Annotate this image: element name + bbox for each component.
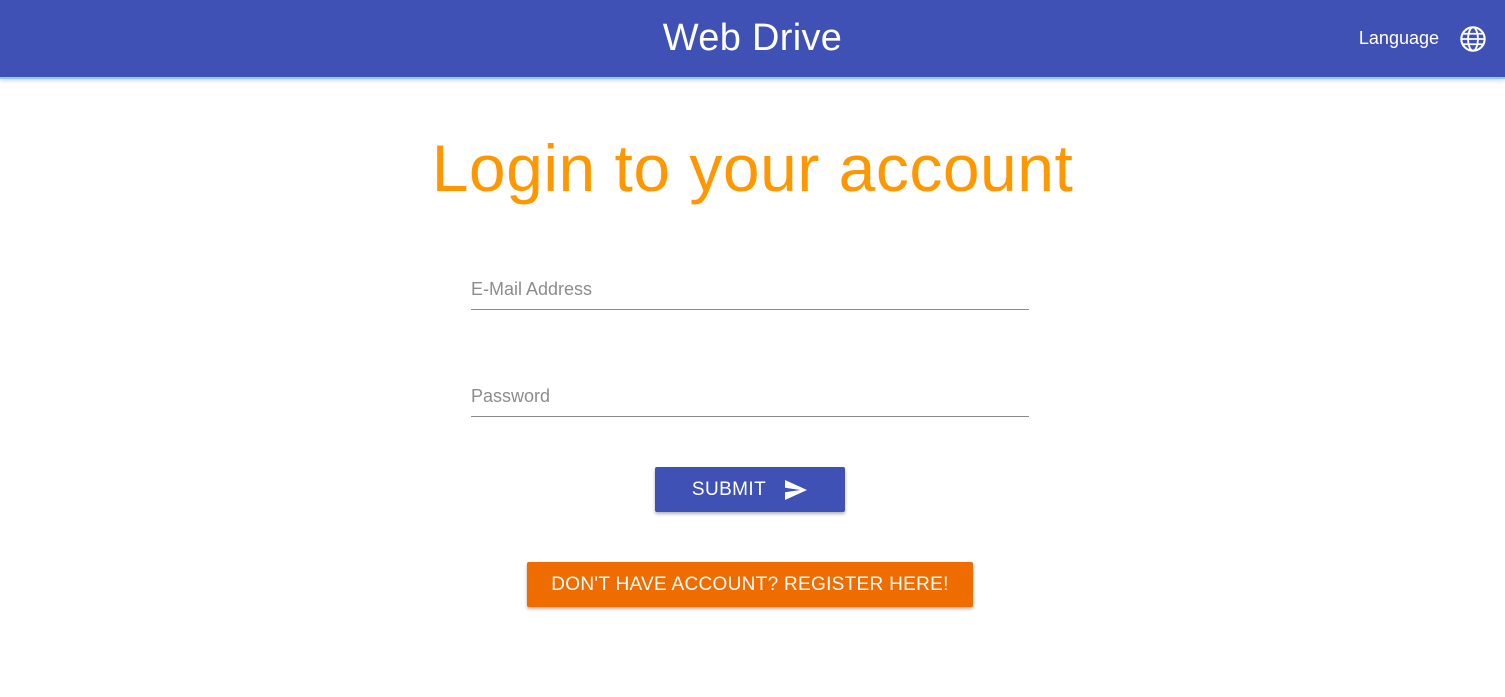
language-label: Language — [1358, 28, 1439, 48]
register-label: DON'T HAVE ACCOUNT? REGISTER HERE! — [551, 573, 949, 595]
app-bar: Web Drive Language — [0, 0, 1505, 79]
app-title: Web Drive — [662, 17, 843, 59]
send-icon — [784, 479, 808, 501]
email-field[interactable] — [471, 269, 1029, 310]
language-button[interactable]: Language — [1359, 0, 1505, 77]
register-button[interactable]: DON'T HAVE ACCOUNT? REGISTER HERE! — [527, 562, 973, 607]
submit-button[interactable]: SUBMIT — [655, 467, 845, 512]
page-heading: Login to your account — [431, 131, 1074, 205]
submit-label: SUBMIT — [691, 478, 767, 500]
globe-icon — [1459, 25, 1487, 53]
password-field[interactable] — [471, 376, 1029, 417]
